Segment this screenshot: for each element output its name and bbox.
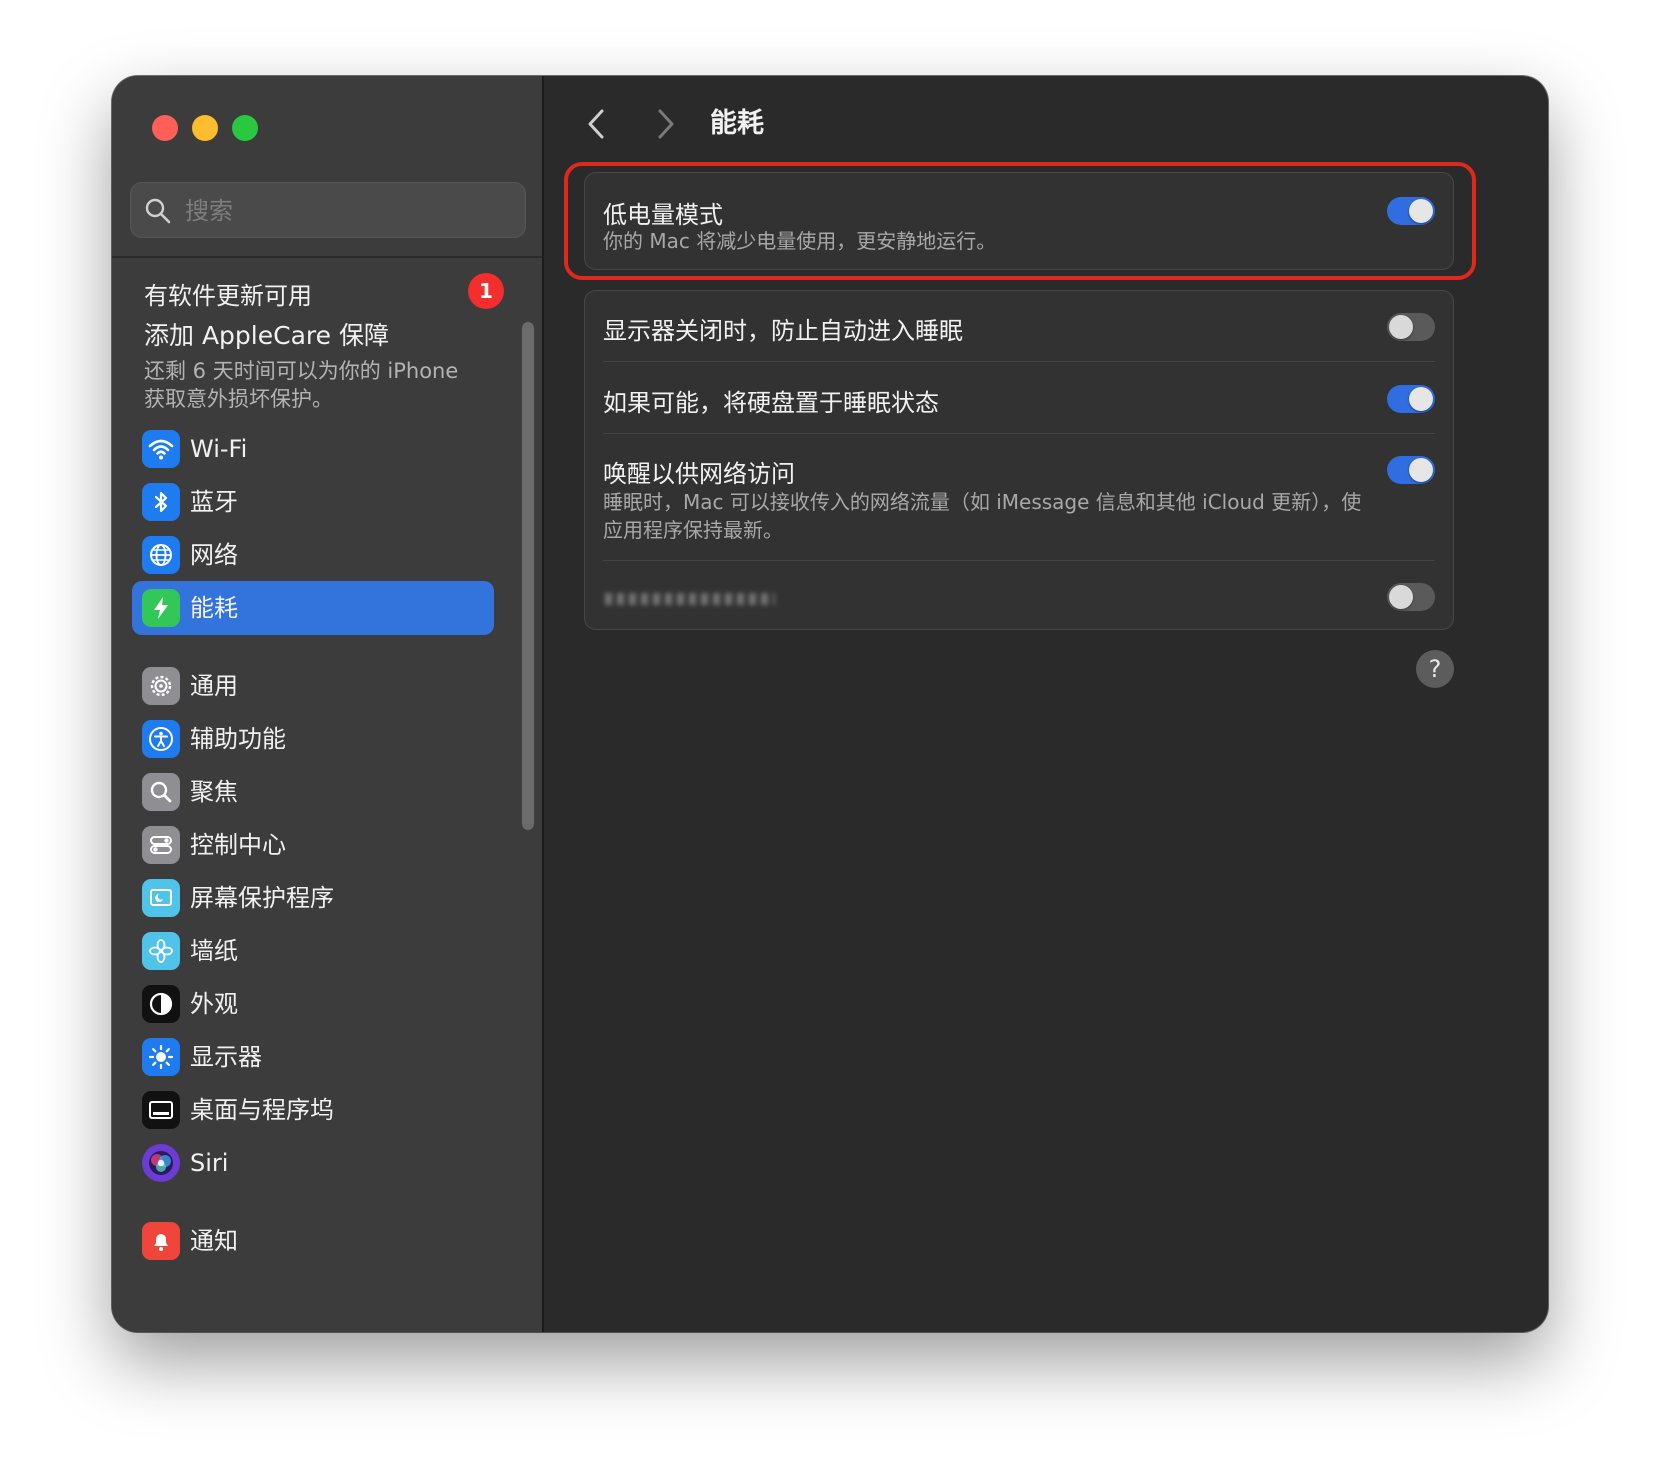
chevron-right-icon — [658, 109, 674, 139]
sidebar-item-label: 网络 — [190, 541, 238, 569]
sidebar-item-label: 能耗 — [190, 594, 238, 622]
settings-window: 有软件更新可用 1 添加 AppleCare 保障 还剩 6 天时间可以为你的 … — [112, 76, 1548, 1332]
globe-icon — [142, 536, 180, 574]
toggle-knob — [1409, 387, 1433, 411]
sidebar-item-label: 墙纸 — [190, 937, 238, 965]
sidebar-item-label: 控制中心 — [190, 831, 286, 859]
software-update-label: 有软件更新可用 — [144, 282, 312, 310]
toggles-icon — [142, 826, 180, 864]
siri-icon — [142, 1144, 180, 1182]
flower-icon — [142, 932, 180, 970]
back-button[interactable] — [576, 102, 620, 146]
hidden-setting-toggle[interactable] — [1387, 583, 1435, 611]
magnifier-icon — [142, 773, 180, 811]
low-power-card: 低电量模式 你的 Mac 将减少电量使用，更安静地运行。 — [584, 172, 1454, 270]
disk-sleep-title: 如果可能，将硬盘置于睡眠状态 — [603, 389, 939, 417]
prevent-sleep-toggle[interactable] — [1387, 313, 1435, 341]
sidebar-item-label: 外观 — [190, 990, 238, 1018]
sidebar-item-label: 桌面与程序坞 — [190, 1096, 334, 1124]
update-count-badge: 1 — [468, 273, 504, 309]
sidebar-item-network[interactable]: 网络 — [132, 528, 494, 582]
low-power-toggle[interactable] — [1387, 197, 1435, 225]
applecare-title: 添加 AppleCare 保障 — [144, 321, 389, 350]
minimize-button[interactable] — [192, 115, 218, 141]
toggle-knob — [1409, 199, 1433, 223]
help-button[interactable]: ? — [1416, 650, 1454, 688]
disk-sleep-row: 如果可能，将硬盘置于睡眠状态 — [585, 362, 1453, 433]
wake-network-desc-line2: 应用程序保持最新。 — [603, 518, 783, 542]
bluetooth-icon — [142, 483, 180, 521]
sidebar-item-label: 通知 — [190, 1227, 238, 1255]
sun-icon — [142, 1038, 180, 1076]
chevron-left-icon — [588, 109, 604, 139]
sidebar-scrollbar[interactable] — [522, 322, 534, 830]
bolt-icon — [142, 589, 180, 627]
wake-network-desc-line1: 睡眠时，Mac 可以接收传入的网络流量（如 iMessage 信息和其他 iCl… — [603, 490, 1362, 514]
sidebar: 有软件更新可用 1 添加 AppleCare 保障 还剩 6 天时间可以为你的 … — [112, 76, 544, 1332]
sidebar-item-label: Wi-Fi — [190, 435, 248, 463]
sidebar-item-label: 蓝牙 — [190, 488, 238, 516]
sidebar-item-accessibility[interactable]: 辅助功能 — [132, 712, 494, 766]
applecare-desc: 还剩 6 天时间可以为你的 iPhone 获取意外损坏保护。 — [144, 357, 504, 413]
sidebar-item-appearance[interactable]: 外观 — [132, 977, 494, 1031]
sidebar-item-screensaver[interactable]: 屏幕保护程序 — [132, 871, 494, 925]
sidebar-item-label: 屏幕保护程序 — [190, 884, 334, 912]
close-button[interactable] — [152, 115, 178, 141]
wake-network-desc: 睡眠时，Mac 可以接收传入的网络流量（如 iMessage 信息和其他 iCl… — [603, 488, 1363, 544]
sidebar-item-label: 辅助功能 — [190, 725, 286, 753]
sidebar-item-wifi[interactable]: Wi-Fi — [132, 422, 494, 476]
search-box — [130, 182, 526, 239]
sleep-settings-card: 显示器关闭时，防止自动进入睡眠 如果可能，将硬盘置于睡眠状态 唤醒以供网络访问 … — [584, 290, 1454, 630]
low-power-row: 低电量模式 你的 Mac 将减少电量使用，更安静地运行。 — [585, 173, 1453, 271]
sidebar-item-battery[interactable]: 能耗 — [132, 581, 494, 635]
sidebar-item-spotlight[interactable]: 聚焦 — [132, 765, 494, 819]
sidebar-item-siri[interactable]: Siri — [132, 1136, 494, 1190]
sidebar-item-notifications[interactable]: 通知 — [132, 1214, 494, 1268]
toggle-knob — [1389, 315, 1413, 339]
sidebar-divider — [112, 256, 542, 258]
dock-icon — [142, 1091, 180, 1129]
applecare-desc-line2: 获取意外损坏保护。 — [144, 387, 333, 411]
search-icon — [145, 198, 171, 224]
prevent-sleep-title: 显示器关闭时，防止自动进入睡眠 — [603, 317, 963, 345]
zoom-button[interactable] — [232, 115, 258, 141]
sidebar-item-label: 通用 — [190, 672, 238, 700]
wake-network-title: 唤醒以供网络访问 — [603, 460, 795, 488]
applecare-item[interactable]: 添加 AppleCare 保障 还剩 6 天时间可以为你的 iPhone 获取意… — [144, 318, 504, 413]
software-update-item[interactable]: 有软件更新可用 1 — [144, 268, 504, 314]
applecare-desc-line1: 还剩 6 天时间可以为你的 iPhone — [144, 359, 459, 383]
disk-sleep-toggle[interactable] — [1387, 385, 1435, 413]
low-power-desc: 你的 Mac 将减少电量使用，更安静地运行。 — [603, 229, 997, 253]
hidden-setting-row — [585, 561, 1453, 631]
forward-button[interactable] — [642, 102, 686, 146]
appearance-icon — [142, 985, 180, 1023]
sidebar-item-label: Siri — [190, 1149, 229, 1177]
sidebar-item-dock[interactable]: 桌面与程序坞 — [132, 1083, 494, 1137]
sidebar-item-general[interactable]: 通用 — [132, 659, 494, 713]
sidebar-item-displays[interactable]: 显示器 — [132, 1030, 494, 1084]
sidebar-item-label: 聚焦 — [190, 778, 238, 806]
bell-icon — [142, 1222, 180, 1260]
sidebar-item-control-center[interactable]: 控制中心 — [132, 818, 494, 872]
screensaver-icon — [142, 879, 180, 917]
accessibility-icon — [142, 720, 180, 758]
page-title: 能耗 — [710, 108, 764, 139]
sidebar-item-bluetooth[interactable]: 蓝牙 — [132, 475, 494, 529]
prevent-sleep-row: 显示器关闭时，防止自动进入睡眠 — [585, 291, 1453, 361]
low-power-title: 低电量模式 — [603, 201, 723, 229]
gear-icon — [142, 667, 180, 705]
wifi-icon — [142, 430, 180, 468]
wake-network-toggle[interactable] — [1387, 456, 1435, 484]
toggle-knob — [1389, 585, 1413, 609]
toggle-knob — [1409, 458, 1433, 482]
blurred-label — [605, 593, 775, 605]
sidebar-item-label: 显示器 — [190, 1043, 262, 1071]
wake-network-row: 唤醒以供网络访问 睡眠时，Mac 可以接收传入的网络流量（如 iMessage … — [585, 434, 1453, 560]
sidebar-item-wallpaper[interactable]: 墙纸 — [132, 924, 494, 978]
search-input[interactable] — [183, 183, 517, 239]
content-pane: 能耗 低电量模式 你的 Mac 将减少电量使用，更安静地运行。 显示器关闭时，防… — [544, 76, 1548, 1332]
